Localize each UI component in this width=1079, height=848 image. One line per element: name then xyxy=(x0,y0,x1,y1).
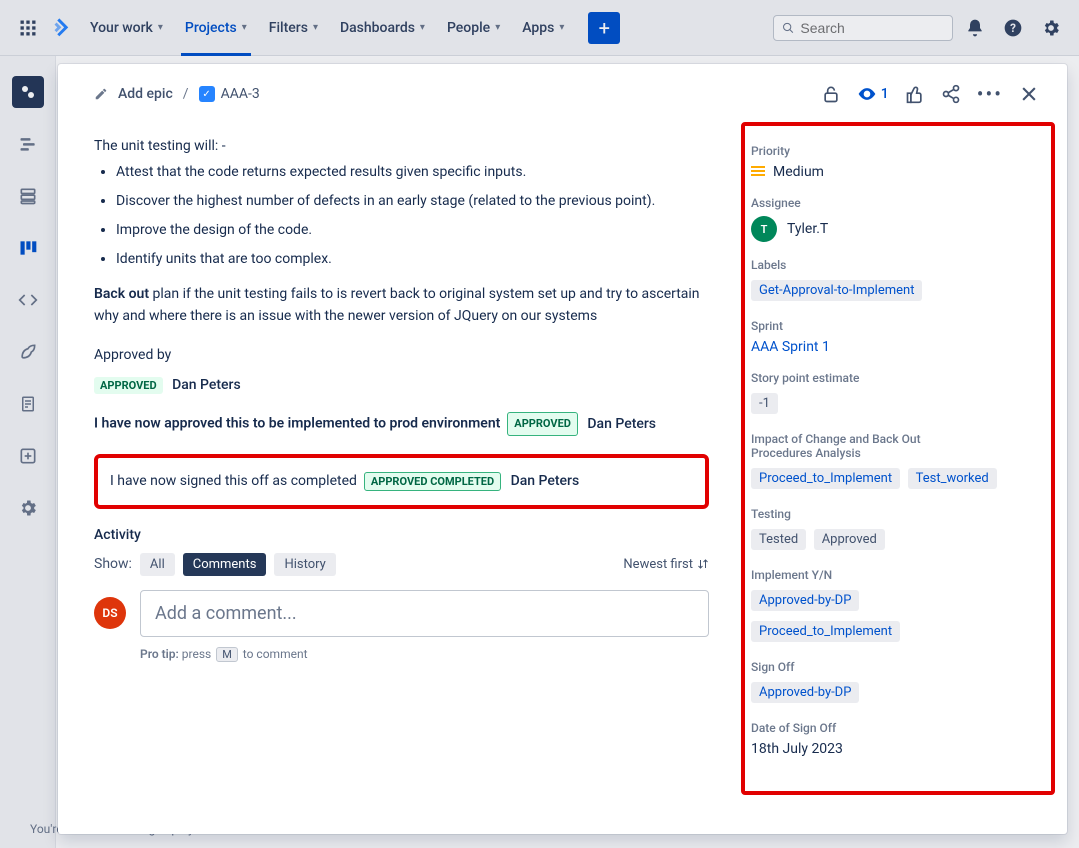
field-label: Testing xyxy=(751,507,1045,521)
keyboard-key: M xyxy=(216,647,238,662)
tab-all[interactable]: All xyxy=(140,553,175,576)
label-tag: Approved xyxy=(814,529,885,550)
implement-field[interactable]: Implement Y/N Approved-by-DP Proceed_to_… xyxy=(751,568,1045,644)
field-label: Assignee xyxy=(751,196,1045,210)
field-label: Date of Sign Off xyxy=(751,721,1045,735)
priority-value: Medium xyxy=(773,164,824,180)
like-icon[interactable] xyxy=(905,84,925,104)
first-approval: APPROVED Dan Peters xyxy=(94,377,709,394)
priority-medium-icon xyxy=(751,170,765,172)
signoff-field[interactable]: Sign Off Approved-by-DP xyxy=(751,660,1045,705)
modal-header: Add epic / ✓ AAA-3 1 ••• xyxy=(58,64,1067,116)
story-points-field[interactable]: Story point estimate -1 xyxy=(751,371,1045,416)
tab-history[interactable]: History xyxy=(274,553,335,576)
details-highlight-box: Priority Medium Assignee T Tyler.T Label… xyxy=(741,122,1055,795)
issue-type-icon: ✓ xyxy=(199,86,215,102)
label-tag: Tested xyxy=(751,529,806,550)
unlock-icon[interactable] xyxy=(821,84,841,104)
issue-details-panel: Priority Medium Assignee T Tyler.T Label… xyxy=(735,116,1065,828)
field-label: Priority xyxy=(751,144,1045,158)
bullet-item: Attest that the code returns expected re… xyxy=(116,162,709,183)
bullet-item: Discover the highest number of defects i… xyxy=(116,191,709,212)
breadcrumb-sep: / xyxy=(183,86,189,102)
issue-key-link[interactable]: ✓ AAA-3 xyxy=(199,86,260,102)
show-label: Show: xyxy=(94,556,132,572)
priority-field[interactable]: Priority Medium xyxy=(751,144,1045,180)
more-actions-icon[interactable]: ••• xyxy=(977,82,1003,106)
field-label: Story point estimate xyxy=(751,371,1045,385)
field-label: Impact of Change and Back Out Procedures… xyxy=(751,432,951,460)
bullet-item: Identify units that are too complex. xyxy=(116,249,709,270)
second-approval: I have now approved this to be implement… xyxy=(94,412,709,436)
labels-field[interactable]: Labels Get-Approval-to-Implement xyxy=(751,258,1045,303)
issue-modal: Add epic / ✓ AAA-3 1 ••• xyxy=(58,64,1067,834)
protip-text: Pro tip: press M to comment xyxy=(140,647,709,662)
label-tag[interactable]: Test_worked xyxy=(908,468,997,489)
backout-paragraph: Back out plan if the unit testing fails … xyxy=(94,284,709,327)
approved-lozenge: APPROVED xyxy=(94,377,163,394)
label-tag[interactable]: Proceed_to_Implement xyxy=(751,621,900,642)
label-tag[interactable]: Proceed_to_Implement xyxy=(751,468,900,489)
breadcrumb: Add epic / ✓ AAA-3 xyxy=(94,86,260,102)
label-tag[interactable]: Approved-by-DP xyxy=(751,590,859,611)
sort-icon xyxy=(697,558,709,570)
field-label: Sprint xyxy=(751,319,1045,333)
bullet-item: Improve the design of the code. xyxy=(116,220,709,241)
assignee-avatar: T xyxy=(751,216,777,242)
share-icon[interactable] xyxy=(941,84,961,104)
sort-newest-first[interactable]: Newest first xyxy=(623,557,709,572)
unit-testing-heading: The unit testing will: - xyxy=(94,138,709,154)
watchers-button[interactable]: 1 xyxy=(857,84,889,104)
story-points-value: -1 xyxy=(751,393,778,414)
testing-field[interactable]: Testing Tested Approved xyxy=(751,507,1045,552)
edit-icon xyxy=(94,87,108,101)
sprint-link[interactable]: AAA Sprint 1 xyxy=(751,339,830,355)
description-bullets: Attest that the code returns expected re… xyxy=(116,162,709,270)
tab-comments[interactable]: Comments xyxy=(183,553,267,576)
impact-field[interactable]: Impact of Change and Back Out Procedures… xyxy=(751,432,1045,491)
field-label: Sign Off xyxy=(751,660,1045,674)
approved-lozenge: APPROVED xyxy=(507,412,578,436)
label-tag[interactable]: Get-Approval-to-Implement xyxy=(751,280,922,301)
field-label: Labels xyxy=(751,258,1045,272)
signoff-highlight-box: I have now signed this off as completed … xyxy=(94,454,709,509)
assignee-field[interactable]: Assignee T Tyler.T xyxy=(751,196,1045,242)
comment-input[interactable]: Add a comment... xyxy=(140,590,709,637)
approved-completed-lozenge: APPROVED COMPLETED xyxy=(364,472,501,491)
date-signoff-field[interactable]: Date of Sign Off 18th July 2023 xyxy=(751,721,1045,757)
add-epic-link[interactable]: Add epic xyxy=(118,86,173,102)
activity-heading: Activity xyxy=(94,527,709,543)
assignee-name: Tyler.T xyxy=(787,221,828,237)
sprint-field[interactable]: Sprint AAA Sprint 1 xyxy=(751,319,1045,355)
close-icon[interactable] xyxy=(1019,84,1039,104)
approved-by-heading: Approved by xyxy=(94,345,709,367)
label-tag[interactable]: Approved-by-DP xyxy=(751,682,859,703)
field-label: Implement Y/N xyxy=(751,568,1045,582)
avatar: DS xyxy=(94,597,126,629)
issue-main-content: The unit testing will: - Attest that the… xyxy=(64,116,735,828)
activity-tabs-row: Show: All Comments History Newest first xyxy=(94,553,709,576)
date-signoff-value: 18th July 2023 xyxy=(751,741,843,757)
